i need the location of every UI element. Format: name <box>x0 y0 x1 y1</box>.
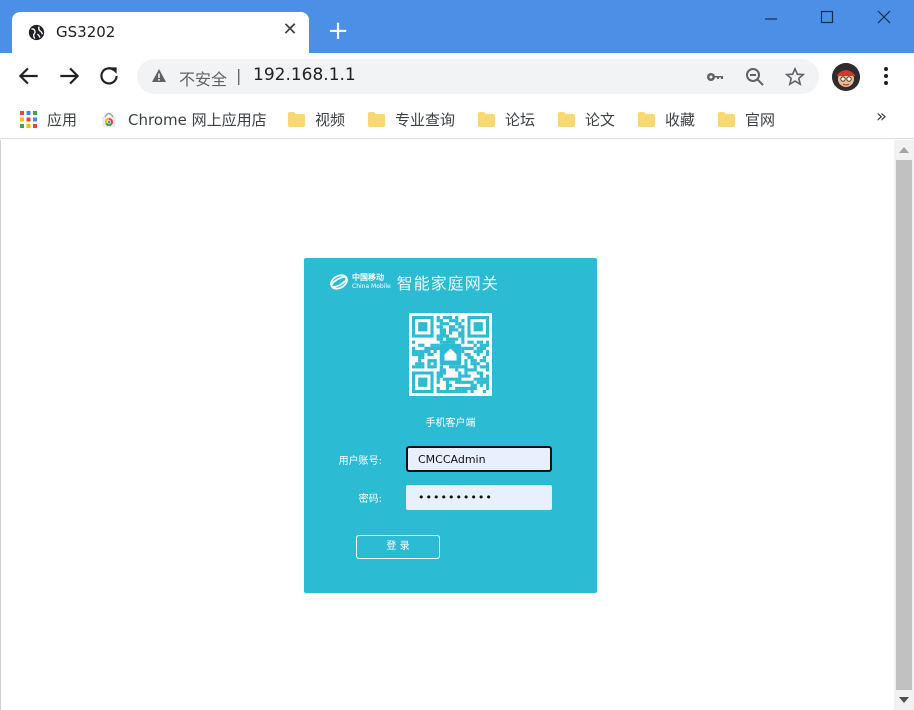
folder-icon <box>718 111 735 127</box>
bookmark-label: 收藏 <box>665 110 696 129</box>
username-input[interactable] <box>406 446 552 472</box>
maximize-icon[interactable] <box>812 6 842 30</box>
apps-grid-icon <box>20 110 37 128</box>
bookmark-folder-video[interactable]: 视频 <box>288 108 345 130</box>
new-tab-button[interactable]: + <box>326 18 350 44</box>
address-bar[interactable]: 不安全 | 192.168.1.1 <box>137 59 819 94</box>
bookmark-label: 论坛 <box>505 110 536 129</box>
scroll-up-arrow-icon[interactable] <box>899 147 909 153</box>
globe-icon <box>28 24 45 41</box>
bookmark-chrome-webstore[interactable]: Chrome 网上应用店 <box>100 108 267 130</box>
browser-tab[interactable]: GS3202 ✕ <box>12 12 309 53</box>
avatar[interactable] <box>832 63 860 91</box>
scrollbar-thumb[interactable] <box>896 160 912 690</box>
more-vert-icon[interactable] <box>880 64 892 88</box>
security-status: 不安全 <box>179 70 228 89</box>
qr-code <box>409 313 492 396</box>
brand-name-en: China Mobile <box>352 283 391 290</box>
password-input[interactable]: •••••••••• <box>406 485 552 510</box>
bookmarks-overflow-button[interactable]: » <box>876 106 887 127</box>
bookmark-folder-paper[interactable]: 论文 <box>558 108 615 130</box>
bookmark-apps[interactable]: 应用 <box>20 108 77 130</box>
bookmark-label: 专业查询 <box>395 110 456 129</box>
folder-icon <box>558 111 575 127</box>
vertical-scrollbar[interactable] <box>894 140 914 710</box>
bookmark-folder-query[interactable]: 专业查询 <box>368 108 455 130</box>
browser-titlebar: GS3202 ✕ + <box>0 0 914 53</box>
bookmark-label: 官网 <box>745 110 776 129</box>
key-icon[interactable] <box>705 67 725 87</box>
zoom-out-icon[interactable] <box>745 67 765 87</box>
bookmark-label: 应用 <box>47 110 78 129</box>
qr-caption: 手机客户端 <box>425 418 476 429</box>
username-label: 用户账号: <box>338 456 382 467</box>
close-icon[interactable]: ✕ <box>281 21 299 39</box>
brand-header: 中国移动 China Mobile 智能家庭网关 <box>329 269 499 295</box>
chrome-webstore-icon <box>102 112 116 127</box>
bookmark-folder-forum[interactable]: 论坛 <box>478 108 535 130</box>
folder-icon <box>288 111 305 127</box>
omnibox-separator: | <box>236 66 242 85</box>
bookmark-label: 论文 <box>585 110 616 129</box>
china-mobile-logo-icon <box>330 274 348 290</box>
password-label: 密码: <box>358 494 382 505</box>
product-name: 智能家庭网关 <box>396 274 499 293</box>
tab-title: GS3202 <box>56 23 116 41</box>
brand-name-cn: 中国移动 <box>352 273 384 282</box>
minimize-icon[interactable] <box>756 6 786 30</box>
bookmark-label: Chrome 网上应用店 <box>128 110 267 129</box>
folder-icon <box>368 111 385 127</box>
back-arrow-icon[interactable] <box>16 63 42 89</box>
page-content: 中国移动 China Mobile 智能家庭网关 手机客户端 用户账号: 密码:… <box>0 140 894 710</box>
bookmark-folder-favorites[interactable]: 收藏 <box>638 108 695 130</box>
forward-arrow-icon[interactable] <box>56 63 82 89</box>
login-button[interactable]: 登 录 <box>356 535 440 559</box>
bookmark-folder-official[interactable]: 官网 <box>718 108 775 130</box>
warning-icon[interactable] <box>151 68 167 84</box>
star-icon[interactable] <box>785 67 805 87</box>
browser-toolbar: 不安全 | 192.168.1.1 <box>0 53 914 100</box>
scroll-down-arrow-icon[interactable] <box>899 697 909 703</box>
folder-icon <box>478 111 495 127</box>
bookmark-label: 视频 <box>315 110 346 129</box>
folder-icon <box>638 111 655 127</box>
login-panel: 中国移动 China Mobile 智能家庭网关 手机客户端 用户账号: 密码:… <box>304 258 597 593</box>
bookmarks-bar: 应用 Chrome 网上应用店 视频 专业查询 论坛 论文 收藏 官网 » <box>0 100 914 139</box>
reload-icon[interactable] <box>96 63 122 89</box>
window-close-icon[interactable] <box>869 6 899 30</box>
url-text[interactable]: 192.168.1.1 <box>253 65 356 85</box>
